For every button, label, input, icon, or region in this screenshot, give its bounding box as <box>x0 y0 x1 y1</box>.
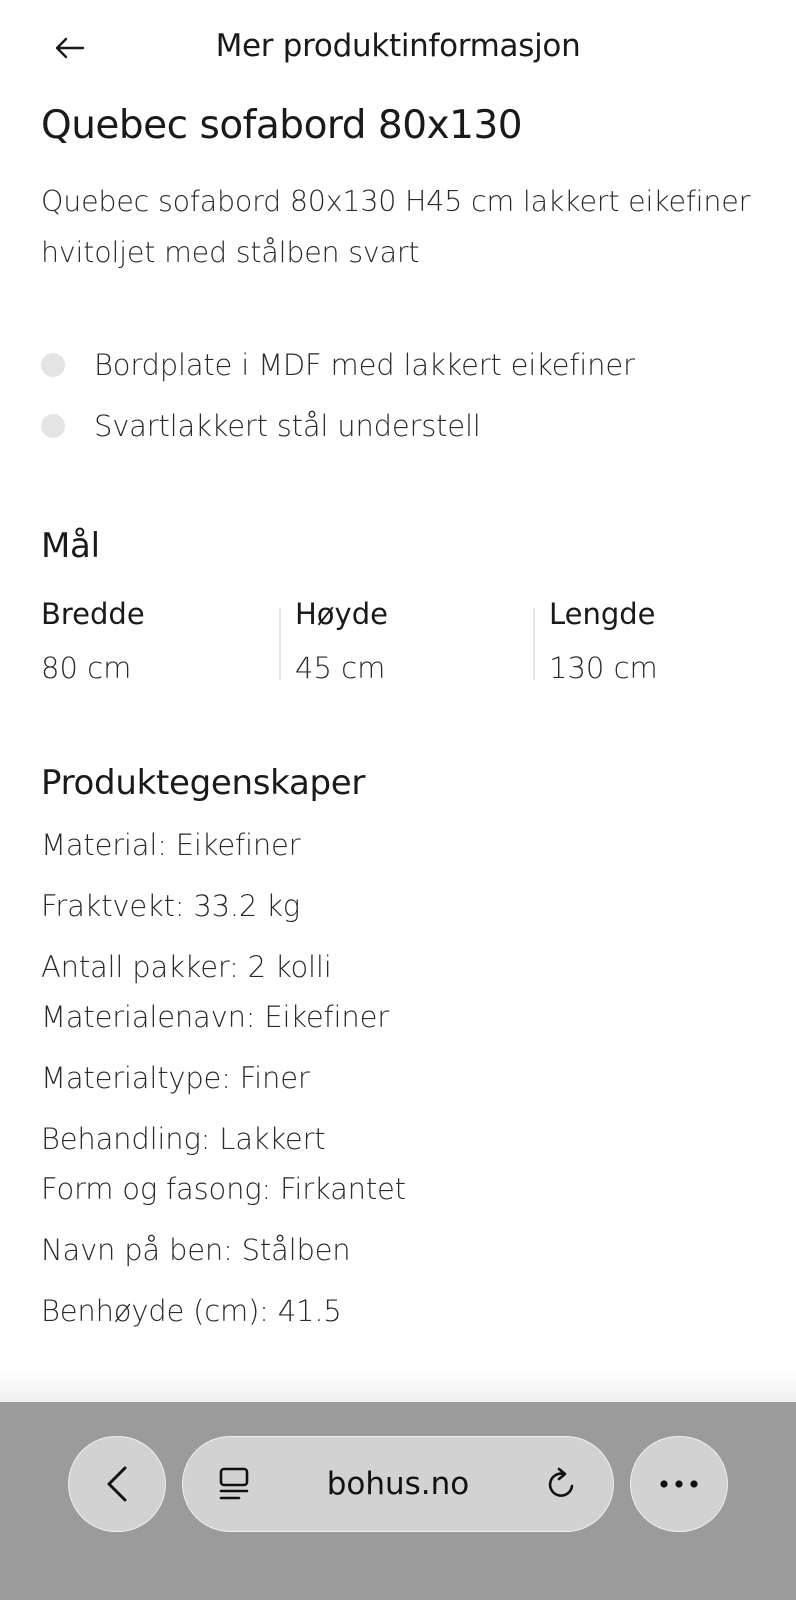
chevron-left-icon <box>107 1466 127 1502</box>
dimension-value: 80 cm <box>41 651 132 685</box>
url-text[interactable]: bohus.no <box>327 1466 470 1502</box>
property-item: Materialenavn: Eikefiner <box>41 1000 389 1034</box>
bullet-dot-icon <box>41 413 65 438</box>
main-content: Quebec sofabord 80x130 Quebec sofabord 8… <box>41 98 766 1329</box>
property-item: Materialtype: Finer <box>41 1061 310 1095</box>
address-bar[interactable]: bohus.no <box>182 1436 614 1532</box>
feature-text: Bordplate i MDF med lakkert eikefiner <box>94 347 635 382</box>
property-item: Form og fasong: Firkantet <box>41 1172 406 1206</box>
dimensions-row: Bredde 80 cm Høyde 45 cm Lengde 130 cm <box>41 596 766 686</box>
browser-back-button[interactable] <box>68 1436 166 1532</box>
property-item: Behandling: Lakkert <box>41 1122 326 1156</box>
property-item: Benhøyde (cm): 41.5 <box>41 1294 342 1328</box>
list-item: Bordplate i MDF med lakkert eikefiner <box>41 334 766 395</box>
properties-list: Material: Eikefiner Fraktvekt: 33.2 kg A… <box>41 827 766 1329</box>
dimension-label: Bredde <box>41 597 145 631</box>
more-options-button[interactable] <box>630 1436 728 1532</box>
divider <box>533 608 535 680</box>
properties-heading: Produktegenskaper <box>41 763 366 803</box>
property-item: Antall pakker: 2 kolli <box>41 950 332 984</box>
product-title: Quebec sofabord 80x130 <box>41 103 523 148</box>
property-item: Fraktvekt: 33.2 kg <box>41 889 300 923</box>
ellipsis-icon <box>660 1480 698 1488</box>
bullet-dot-icon <box>41 352 65 377</box>
reload-icon[interactable] <box>545 1466 579 1502</box>
dimension-value: 45 cm <box>295 651 386 685</box>
dimension-width: Bredde 80 cm <box>41 596 295 686</box>
dimension-label: Høyde <box>295 597 388 631</box>
header: Mer produktinformasjon <box>0 0 796 100</box>
dimension-label: Lengde <box>549 597 656 631</box>
property-item: Material: Eikefiner <box>41 828 301 862</box>
dimension-value: 130 cm <box>549 651 658 685</box>
divider <box>279 608 281 680</box>
page-title: Mer produktinformasjon <box>215 28 581 64</box>
feature-text: Svartlakkert stål understell <box>94 408 481 443</box>
property-item: Navn på ben: Stålben <box>41 1233 351 1267</box>
feature-list: Bordplate i MDF med lakkert eikefiner Sv… <box>41 334 766 456</box>
product-description: Quebec sofabord 80x130 H45 cm lakkert ei… <box>41 185 751 269</box>
dimensions-heading: Mål <box>41 526 100 566</box>
list-item: Svartlakkert stål understell <box>41 395 766 456</box>
browser-toolbar: bohus.no <box>0 1402 796 1600</box>
dimension-length: Lengde 130 cm <box>533 596 796 686</box>
page-layout-icon[interactable] <box>217 1466 251 1502</box>
browser-bar-fade <box>0 1370 796 1402</box>
dimension-height: Høyde 45 cm <box>279 596 549 686</box>
